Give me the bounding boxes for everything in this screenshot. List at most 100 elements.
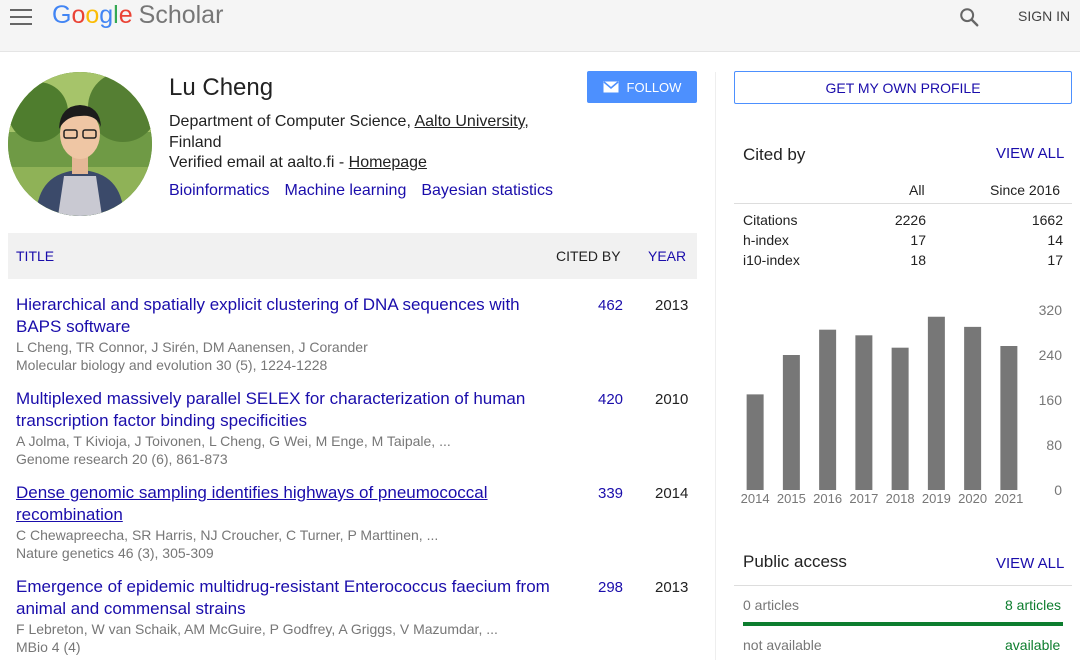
citation-stats-table: All Since 2016 Citations 2226 1662 h-ind… — [734, 174, 1072, 269]
citation-bar[interactable] — [891, 347, 909, 490]
article-authors: A Jolma, T Kivioja, J Toivonen, L Cheng,… — [16, 433, 451, 449]
interest-link[interactable]: Bioinformatics — [169, 182, 269, 199]
google-scholar-logo[interactable]: Google Scholar — [52, 1, 223, 30]
article-authors: L Cheng, TR Connor, J Sirén, DM Aanensen… — [16, 339, 368, 355]
envelope-icon — [603, 81, 619, 93]
logo-letter: e — [118, 1, 133, 29]
sort-by-year[interactable]: YEAR — [648, 248, 686, 264]
public-access-heading: Public access — [743, 552, 847, 571]
citation-bar[interactable] — [746, 394, 764, 490]
y-tick-label: 80 — [1046, 437, 1062, 453]
profile-affiliation: Department of Computer Science, Aalto Un… — [169, 111, 569, 153]
research-interests: Bioinformatics Machine learning Bayesian s… — [169, 182, 568, 200]
article-year: 2014 — [655, 485, 689, 502]
stats-label: h-index — [743, 232, 789, 248]
x-tick-label: 2021 — [994, 491, 1023, 506]
get-my-own-profile-button[interactable]: GET MY OWN PROFILE — [734, 71, 1072, 104]
top-app-bar: Google Scholar SIGN IN — [0, 0, 1080, 52]
public-access-progress-bar — [743, 622, 1063, 626]
stats-row: h-index 17 14 — [734, 229, 1072, 249]
public-access-view-all-link[interactable]: VIEW ALL — [996, 555, 1064, 572]
stats-since-value: 17 — [1047, 252, 1063, 268]
stats-row: i10-index 18 17 — [734, 249, 1072, 269]
logo-scholar-text: Scholar — [138, 1, 224, 29]
profile-avatar — [8, 72, 152, 216]
sign-in-link[interactable]: SIGN IN — [1018, 8, 1070, 24]
table-row: Hierarchical and spatially explicit clus… — [16, 294, 697, 386]
article-title-link[interactable]: Multiplexed massively parallel SELEX for… — [16, 388, 561, 432]
cited-by-heading: Cited by — [743, 145, 806, 164]
cited-by-count[interactable]: 420 — [598, 391, 623, 408]
citations-per-year-chart: 0 80 160 240 320 2014 2015 2016 2017 2018 2019 2020… — [741, 302, 1063, 506]
article-venue: MBio 4 (4) — [16, 639, 81, 655]
x-tick-label: 2019 — [922, 491, 951, 506]
sort-by-title[interactable]: TITLE — [16, 248, 54, 264]
hamburger-menu-icon[interactable] — [10, 9, 32, 25]
x-tick-label: 2017 — [849, 491, 878, 506]
citation-bar[interactable] — [927, 316, 945, 490]
x-tick-label: 2014 — [741, 491, 770, 506]
article-authors: F Lebreton, W van Schaik, AM McGuire, P … — [16, 621, 498, 637]
stats-since-value: 14 — [1047, 232, 1063, 248]
article-authors: C Chewapreecha, SR Harris, NJ Croucher, … — [16, 527, 439, 543]
citation-bar[interactable] — [855, 335, 873, 490]
profile-email: Verified email at aalto.fi - Homepage — [169, 154, 427, 172]
verified-email-text: Verified email at aalto.fi - — [169, 154, 349, 171]
articles-unavailable-count: 0 articles — [743, 597, 800, 613]
articles-table-header: TITLE CITED BY YEAR — [8, 233, 697, 279]
available-label: available — [1005, 637, 1061, 653]
sort-by-cited[interactable]: CITED BY — [556, 248, 621, 264]
article-venue: Molecular biology and evolution 30 (5), … — [16, 357, 328, 373]
cited-by-count[interactable]: 298 — [598, 579, 623, 596]
y-tick-label: 320 — [1039, 302, 1063, 318]
logo-letter: g — [99, 1, 114, 29]
logo-letter: o — [71, 1, 86, 29]
table-row: Dense genomic sampling identifies highwa… — [16, 482, 697, 574]
stats-col-since: Since 2016 — [990, 182, 1061, 198]
article-venue: Genome research 20 (6), 861-873 — [16, 451, 228, 467]
y-tick-label: 240 — [1039, 347, 1063, 363]
stats-all-value: 2226 — [894, 212, 926, 228]
divider — [734, 585, 1072, 586]
stats-since-value: 1662 — [1031, 212, 1063, 228]
article-title-link[interactable]: Dense genomic sampling identifies highwa… — [16, 482, 561, 526]
stats-col-all: All — [909, 182, 925, 198]
cited-by-count[interactable]: 462 — [598, 297, 623, 314]
column-divider — [715, 72, 716, 660]
stats-row: Citations 2226 1662 — [734, 209, 1072, 229]
stats-label: i10-index — [743, 252, 800, 268]
stats-all-value: 17 — [910, 232, 926, 248]
article-title-link[interactable]: Hierarchical and spatially explicit clus… — [16, 294, 561, 338]
citation-bar[interactable] — [782, 355, 800, 490]
y-tick-label: 0 — [1054, 482, 1062, 498]
cited-by-view-all-link[interactable]: VIEW ALL — [996, 145, 1064, 162]
cited-by-count[interactable]: 339 — [598, 485, 623, 502]
stats-header-row: All Since 2016 — [734, 174, 1072, 204]
article-year: 2010 — [655, 391, 689, 408]
follow-button[interactable]: FOLLOW — [587, 71, 697, 103]
interest-link[interactable]: Bayesian statistics — [421, 182, 553, 199]
article-venue: Nature genetics 46 (3), 305-309 — [16, 545, 214, 561]
table-row: Multiplexed massively parallel SELEX for… — [16, 388, 697, 480]
table-row: Emergence of epidemic multidrug-resistan… — [16, 576, 697, 660]
article-year: 2013 — [655, 297, 689, 314]
citation-bar[interactable] — [964, 326, 982, 490]
affiliation-link[interactable]: Aalto University — [414, 113, 524, 130]
x-tick-label: 2018 — [886, 491, 915, 506]
search-icon[interactable] — [958, 6, 980, 28]
article-year: 2013 — [655, 579, 689, 596]
citation-bar[interactable] — [1000, 346, 1018, 490]
stats-label: Citations — [743, 212, 798, 228]
citation-bar[interactable] — [819, 329, 837, 490]
homepage-link[interactable]: Homepage — [349, 154, 427, 171]
logo-letter: o — [85, 1, 100, 29]
profile-name: Lu Cheng — [169, 74, 274, 101]
y-tick-label: 160 — [1039, 392, 1063, 408]
interest-link[interactable]: Machine learning — [284, 182, 406, 199]
logo-letter: G — [52, 1, 72, 29]
article-title-link[interactable]: Emergence of epidemic multidrug-resistan… — [16, 576, 561, 620]
articles-available-count: 8 articles — [1005, 597, 1062, 613]
x-tick-label: 2020 — [958, 491, 987, 506]
follow-label: FOLLOW — [626, 79, 682, 95]
stats-all-value: 18 — [910, 252, 926, 268]
